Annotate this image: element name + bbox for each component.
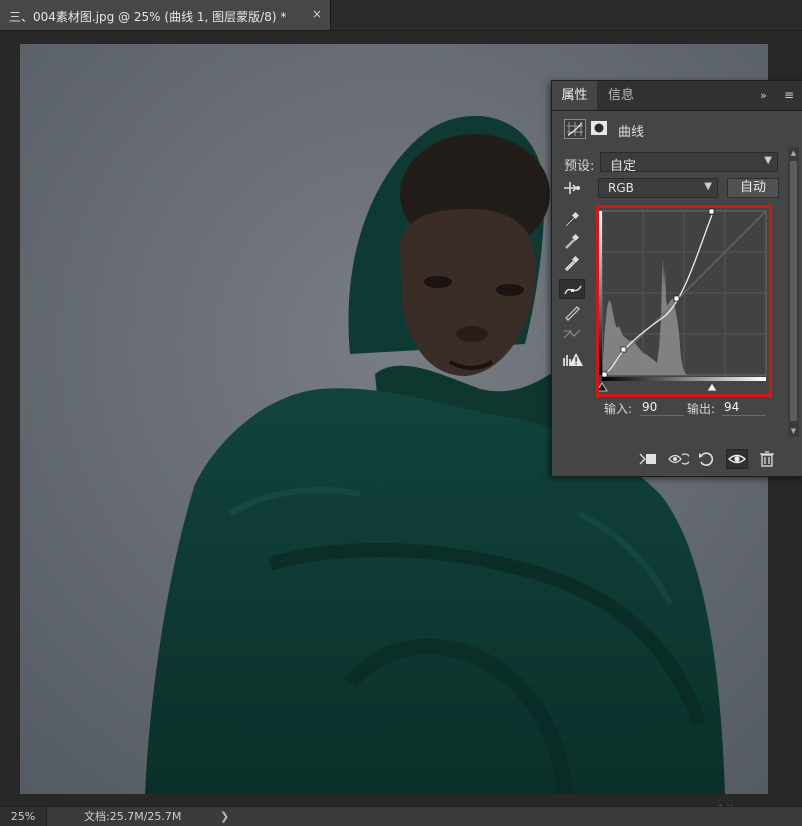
- input-underline: [640, 415, 684, 416]
- white-eyedropper-icon: [564, 255, 580, 272]
- tab-info[interactable]: 信息: [598, 81, 644, 110]
- curves-highlight-frame: [596, 205, 772, 397]
- clip-warning-tool[interactable]: [559, 349, 585, 369]
- gray-eyedropper-icon: [564, 233, 580, 250]
- curve-point: [673, 295, 680, 302]
- target-adjust-tool[interactable]: [559, 178, 585, 198]
- black-eyedropper-tool[interactable]: [559, 209, 585, 229]
- reset-icon: [699, 452, 714, 466]
- curve-point: [601, 371, 608, 378]
- panel-menu-icon[interactable]: ≡: [784, 88, 794, 102]
- white-eyedropper-tool[interactable]: [559, 253, 585, 273]
- curves-adjustment-icon[interactable]: [564, 119, 586, 139]
- preset-label: 预设:: [564, 159, 595, 174]
- document-tab-bar: 三、004素材图.jpg @ 25% (曲线 1, 图层蒙版/8) * ×: [0, 0, 802, 31]
- black-point-slider: [596, 382, 608, 392]
- curve-point-tool[interactable]: [559, 279, 585, 299]
- gray-eyedropper-tool[interactable]: [559, 231, 585, 251]
- delete-button[interactable]: [756, 449, 778, 469]
- scroll-down-icon[interactable]: ▼: [788, 425, 799, 437]
- pencil-icon: [565, 306, 580, 321]
- close-tab-icon[interactable]: ×: [312, 7, 322, 21]
- channel-value: RGB: [608, 181, 634, 195]
- properties-panel: 属性 信息 » ≡ 曲线 预设: 自定 ▼ ▲ ▼ RGB ▼ 自动 输入: 9…: [551, 80, 802, 477]
- input-gradient-bar: [602, 377, 766, 381]
- visibility-icon: [727, 454, 747, 464]
- clip-warning-icon: [563, 353, 583, 366]
- chevron-down-icon: ▼: [764, 155, 772, 166]
- auto-button[interactable]: 自动: [727, 178, 779, 198]
- input-output-row: 输入: 90 输出: 94: [604, 399, 780, 417]
- trash-icon: [760, 451, 774, 467]
- input-value-field[interactable]: 90: [642, 400, 657, 414]
- reset-button[interactable]: [696, 449, 718, 469]
- smooth-tool[interactable]: [559, 324, 585, 344]
- document-tab-title: 三、004素材图.jpg @ 25% (曲线 1, 图层蒙版/8) *: [9, 10, 287, 24]
- curves-graph[interactable]: [596, 208, 769, 394]
- view-previous-button[interactable]: [667, 449, 691, 469]
- status-bar: 25% 文档:25.7M/25.7M ❯: [0, 806, 802, 826]
- output-value-field[interactable]: 94: [724, 400, 739, 414]
- channel-select[interactable]: RGB ▼: [598, 178, 718, 198]
- output-label: 输出:: [687, 402, 716, 416]
- chevron-down-icon: ▼: [704, 181, 712, 192]
- tab-properties[interactable]: 属性: [552, 81, 597, 110]
- panel-footer: [552, 443, 802, 475]
- status-menu-arrow-icon[interactable]: ❯: [220, 807, 229, 826]
- pencil-tool[interactable]: [559, 302, 585, 322]
- smooth-icon: [563, 329, 581, 339]
- curve-point: [620, 346, 627, 353]
- white-point-slider: [706, 382, 718, 392]
- input-label: 输入:: [604, 402, 633, 416]
- visibility-button[interactable]: [726, 449, 748, 469]
- clip-to-layer-button[interactable]: [637, 449, 659, 469]
- document-tab[interactable]: 三、004素材图.jpg @ 25% (曲线 1, 图层蒙版/8) * ×: [0, 0, 331, 30]
- collapse-panel-icon[interactable]: »: [760, 89, 767, 102]
- output-gradient-bar: [599, 211, 602, 375]
- layer-mask-icon[interactable]: [590, 120, 608, 136]
- curves-title: 曲线: [618, 125, 645, 140]
- scroll-thumb[interactable]: [790, 161, 797, 421]
- curve-point-selected: [708, 208, 715, 215]
- clip-to-layer-icon: [639, 453, 656, 465]
- preset-value: 自定: [610, 159, 637, 174]
- zoom-level-field[interactable]: 25%: [0, 807, 47, 826]
- preset-select[interactable]: 自定 ▼: [600, 152, 778, 174]
- output-underline: [722, 415, 766, 416]
- black-eyedropper-icon: [564, 211, 580, 228]
- panel-tab-bar: 属性 信息 » ≡: [552, 81, 802, 111]
- panel-scrollbar[interactable]: ▲ ▼: [788, 147, 799, 437]
- scroll-up-icon[interactable]: ▲: [788, 147, 799, 159]
- document-size-info[interactable]: 文档:25.7M/25.7M: [84, 807, 181, 826]
- target-adjust-icon: [564, 182, 580, 194]
- view-previous-icon: [668, 453, 691, 465]
- curve-point-icon: [564, 285, 582, 295]
